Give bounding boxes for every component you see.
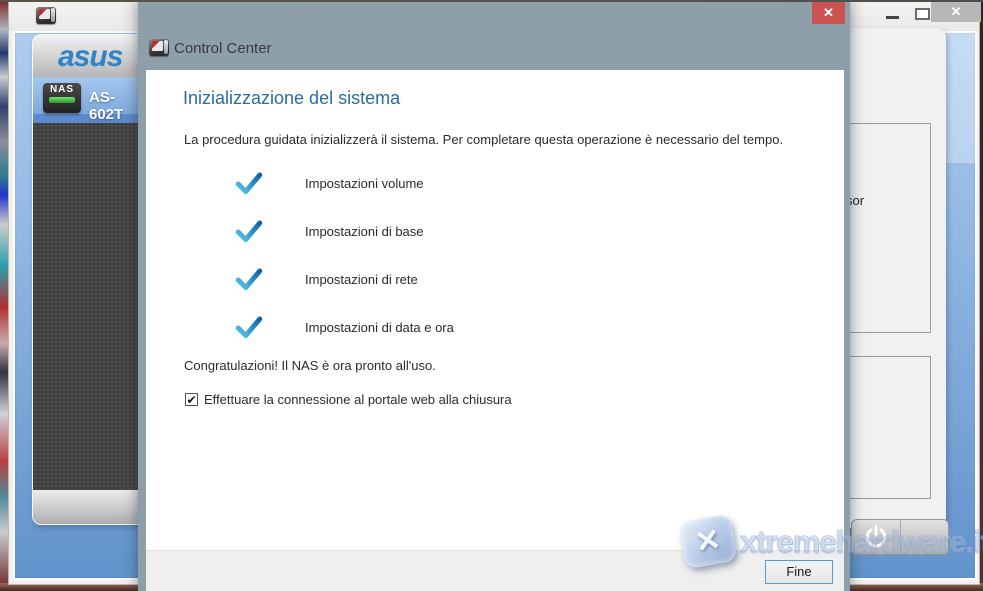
nas-icon: NAS [43,83,81,113]
step-label: Impostazioni di base [305,224,424,239]
check-icon [235,267,263,291]
wizard-footer: Fine [146,550,844,591]
step-label: Impostazioni volume [305,176,424,191]
device-list-row[interactable]: NAS AS-602T [33,77,149,123]
step-row: Impostazioni volume [235,170,424,196]
asus-logo: asus [33,40,122,73]
secondary-device-button[interactable] [900,520,949,554]
app-icon [36,7,56,24]
minimize-button[interactable] [882,5,904,23]
web-portal-checkbox[interactable]: ✔ [185,393,198,406]
device-card-header: asus [33,35,149,77]
step-label: Impostazioni di data e ora [305,320,454,335]
finish-button[interactable]: Fine [765,560,833,584]
step-row: Impostazioni di base [235,218,424,244]
page-title: Inizializzazione del sistema [183,88,400,109]
nas-badge-label: NAS [43,83,81,96]
nas-front-panel-image [33,123,149,490]
dialog-title: Control Center [174,40,272,57]
checkbox-row[interactable]: ✔ Effettuare la connessione al portale w… [185,392,512,407]
checkbox-label: Effettuare la connessione al portale web… [204,392,512,407]
control-center-dialog: Control Center ✕ Inizializzazione del si… [138,0,850,591]
step-row: Impostazioni di rete [235,266,418,292]
step-row: Impostazioni di data e ora [235,314,454,340]
power-icon [863,524,889,550]
close-icon[interactable]: ✕ [812,2,845,24]
check-icon [235,315,263,339]
app-icon [149,39,169,56]
intro-text: La procedura guidata inizializzerà il si… [184,132,783,147]
screen-top-edge [0,0,983,2]
step-label: Impostazioni di rete [305,272,418,287]
power-button[interactable] [852,520,900,554]
check-icon [235,171,263,195]
nas-device-card[interactable]: asus NAS AS-602T [32,34,150,525]
check-icon [235,219,263,243]
power-button-bar [851,519,949,555]
nas-base-image [33,490,149,525]
wizard-content: Inizializzazione del sistema La procedur… [146,70,844,550]
close-icon[interactable]: ✕ [931,1,981,22]
congrats-text: Congratulazioni! Il NAS è ora pronto all… [184,358,436,373]
